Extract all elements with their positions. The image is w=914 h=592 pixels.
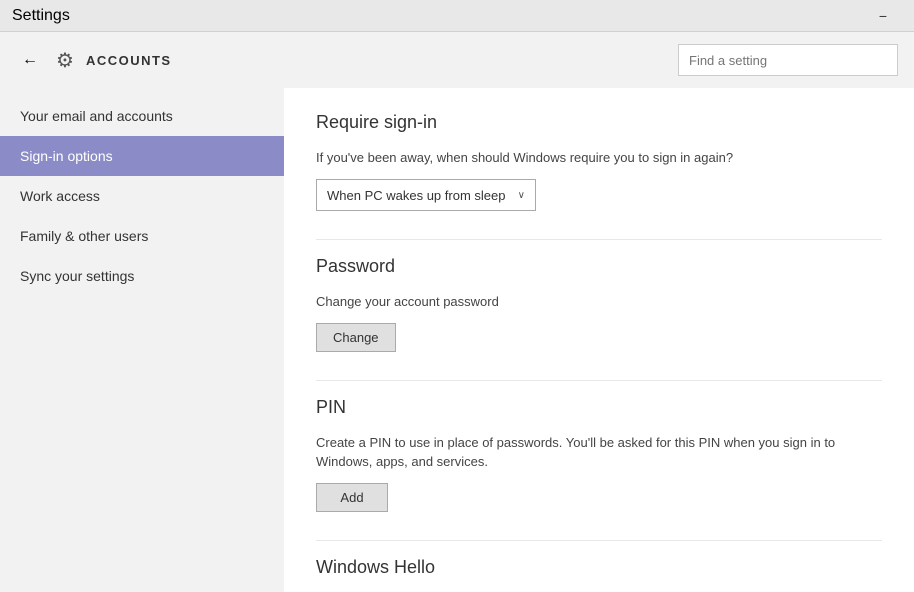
divider-1 (316, 239, 882, 240)
title-bar-title: Settings (12, 7, 70, 25)
main-content: Your email and accounts Sign-in options … (0, 88, 914, 592)
title-bar-controls: − (860, 0, 906, 32)
signin-dropdown[interactable]: When PC wakes up from sleep ∨ (316, 179, 536, 211)
sidebar-item-email[interactable]: Your email and accounts (0, 96, 284, 136)
back-button[interactable]: ← (16, 46, 44, 74)
sidebar-item-signin[interactable]: Sign-in options (0, 136, 284, 176)
pin-desc: Create a PIN to use in place of password… (316, 434, 882, 470)
add-pin-button[interactable]: Add (316, 483, 388, 512)
password-title: Password (316, 256, 882, 277)
back-icon: ← (22, 51, 38, 69)
page-title: ACCOUNTS (86, 53, 172, 68)
header-left: ← ⚙ ACCOUNTS (16, 46, 172, 74)
require-signin-section: Require sign-in If you've been away, whe… (316, 112, 882, 211)
chevron-down-icon: ∨ (518, 190, 525, 201)
gear-icon: ⚙ (56, 48, 74, 73)
sidebar-item-sync[interactable]: Sync your settings (0, 256, 284, 296)
divider-2 (316, 380, 882, 381)
sidebar-item-work[interactable]: Work access (0, 176, 284, 216)
windows-hello-section: Windows Hello You must set up a PIN befo… (316, 557, 882, 592)
windows-hello-title: Windows Hello (316, 557, 882, 578)
header: ← ⚙ ACCOUNTS (0, 32, 914, 88)
require-signin-title: Require sign-in (316, 112, 882, 133)
title-bar-left: Settings (12, 7, 70, 25)
search-input[interactable] (678, 44, 898, 76)
pin-title: PIN (316, 397, 882, 418)
change-password-button[interactable]: Change (316, 323, 396, 352)
minimize-button[interactable]: − (860, 0, 906, 32)
title-bar: Settings − (0, 0, 914, 32)
require-signin-desc: If you've been away, when should Windows… (316, 149, 882, 167)
password-desc: Change your account password (316, 293, 882, 311)
password-section: Password Change your account password Ch… (316, 256, 882, 352)
signin-dropdown-value: When PC wakes up from sleep (327, 188, 505, 203)
sidebar-item-family[interactable]: Family & other users (0, 216, 284, 256)
sidebar: Your email and accounts Sign-in options … (0, 88, 284, 592)
content-area: Require sign-in If you've been away, whe… (284, 88, 914, 592)
divider-3 (316, 540, 882, 541)
pin-section: PIN Create a PIN to use in place of pass… (316, 397, 882, 511)
